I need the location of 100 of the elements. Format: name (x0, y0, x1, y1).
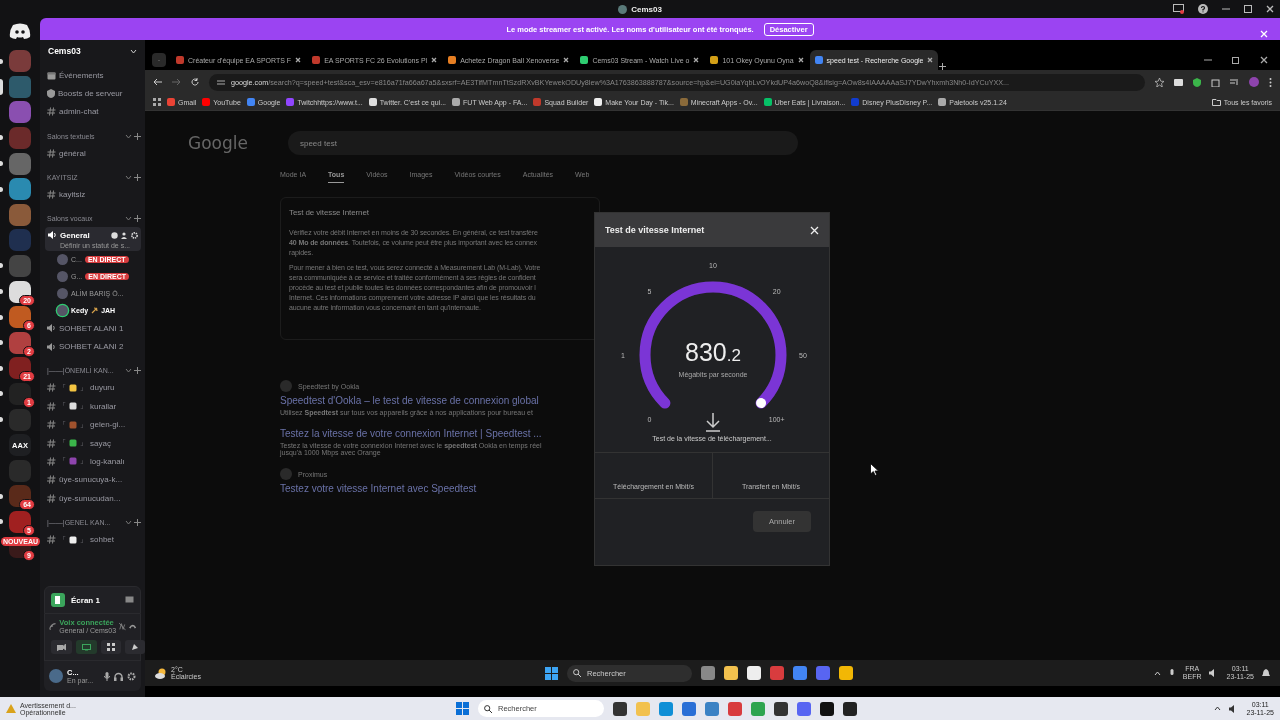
notification-icon[interactable] (1262, 668, 1270, 678)
settings-icon[interactable] (127, 671, 136, 681)
signal-icon (49, 621, 57, 631)
warning-icon (6, 704, 16, 713)
puzzle-icon[interactable] (1211, 77, 1220, 87)
result-link[interactable]: Testez la vitesse de votre connexion Internet | Speedtest ... (280, 428, 542, 439)
screen-share-icon (82, 643, 91, 651)
profile-icon[interactable] (1249, 77, 1259, 87)
shield-icon[interactable] (1193, 77, 1201, 87)
page-icon (69, 402, 77, 411)
settings-icon (131, 231, 138, 239)
hash-icon (47, 535, 56, 545)
apps-icon[interactable] (153, 98, 161, 106)
close-icon[interactable] (1260, 56, 1268, 64)
cursor-icon (870, 463, 879, 476)
site-icon (280, 380, 292, 392)
grid-icon (107, 643, 115, 651)
text-channel[interactable]: général (45, 144, 141, 163)
headphones-icon[interactable] (114, 671, 123, 681)
pickaxe-icon (91, 306, 99, 314)
extension-icon[interactable] (1174, 78, 1183, 86)
noise-off-icon[interactable] (119, 621, 126, 631)
text-channel[interactable]: admin-chat (45, 102, 141, 122)
card-title: Test de vitesse Internet (289, 208, 369, 217)
discord-logo-icon[interactable] (9, 23, 31, 39)
voice-channel[interactable]: SOHBET ALANI 1 (45, 318, 141, 338)
result-link[interactable]: Testez votre vitesse Internet avec Speedtest (280, 483, 477, 494)
speaker-icon (47, 324, 56, 333)
camera-off-button[interactable] (51, 640, 72, 654)
plus-icon[interactable] (134, 367, 141, 375)
close-icon[interactable] (797, 57, 804, 63)
screen-share-button[interactable] (76, 640, 97, 654)
app-icon[interactable] (820, 701, 834, 716)
restore-icon[interactable] (1232, 56, 1240, 64)
microphone-icon[interactable] (104, 671, 110, 681)
hang-up-icon[interactable] (128, 623, 136, 629)
shield-icon (47, 89, 55, 99)
speaker-icon (48, 231, 57, 240)
back-icon[interactable] (153, 78, 162, 86)
google-logo[interactable]: Google (188, 133, 248, 153)
site-settings-icon (217, 78, 225, 86)
app-icon[interactable] (843, 701, 857, 716)
reload-icon[interactable] (191, 78, 199, 86)
chevron-down-icon[interactable] (130, 48, 137, 54)
close-icon[interactable] (431, 57, 438, 63)
close-icon[interactable] (1266, 5, 1274, 13)
text-channel[interactable]: üye-sunucuya-k... (45, 470, 141, 490)
forward-icon[interactable] (172, 78, 181, 86)
app-icon[interactable] (613, 701, 627, 716)
plus-icon[interactable] (134, 518, 141, 526)
plus-icon[interactable] (134, 132, 141, 140)
hash-icon (47, 420, 56, 430)
site-icon (280, 468, 292, 480)
more-icon[interactable] (1269, 77, 1272, 87)
camera-off-icon (57, 643, 66, 651)
server-icon (618, 4, 628, 14)
screen-share-title: Écran 1 (71, 595, 101, 605)
hash-icon (47, 457, 56, 466)
speech-bubble-icon (69, 535, 77, 544)
screen-icon (51, 593, 65, 607)
close-icon[interactable] (693, 57, 700, 63)
text-channel[interactable]: üye-sunucudan... (45, 489, 141, 508)
minimize-icon[interactable] (1222, 5, 1230, 13)
app-icon[interactable] (774, 701, 788, 716)
bell-icon (69, 383, 77, 392)
help-icon[interactable] (1198, 4, 1208, 14)
close-icon[interactable] (927, 57, 934, 63)
windows-logo-icon[interactable] (456, 702, 469, 715)
hash-icon (47, 401, 56, 411)
download-icon (705, 412, 721, 432)
avatar[interactable] (49, 669, 63, 683)
window-title: Cems03 (631, 4, 662, 14)
minimize-icon[interactable] (1204, 56, 1212, 64)
hash-icon (47, 148, 56, 158)
chevron-up-icon[interactable] (1214, 706, 1222, 711)
screen-share-icon[interactable] (1173, 4, 1184, 14)
plus-icon[interactable] (939, 63, 947, 70)
windows-logo-icon[interactable] (545, 666, 558, 680)
close-icon[interactable] (295, 57, 302, 63)
voice-channel[interactable]: SOHBET ALANI 2 (45, 337, 141, 356)
microphone-icon[interactable] (1168, 668, 1175, 678)
media-icon[interactable] (1230, 78, 1239, 86)
door-icon (69, 420, 77, 429)
hash-icon (47, 493, 56, 503)
activities-button[interactable] (101, 640, 121, 654)
weather-icon[interactable] (155, 667, 167, 679)
star-icon[interactable] (1155, 77, 1164, 87)
server-name[interactable]: Cems03 (48, 46, 81, 56)
plus-icon[interactable] (134, 174, 141, 182)
text-channel[interactable]: kayitsiz (45, 185, 141, 204)
hash-icon (47, 107, 56, 117)
popout-icon[interactable] (125, 596, 134, 604)
events-item[interactable]: Événements (45, 66, 141, 85)
result-link[interactable]: Speedtest d'Ookla – le test de vitesse de connexion global (280, 395, 539, 406)
maximize-icon[interactable] (1244, 5, 1252, 13)
search-field[interactable]: speed test (287, 131, 798, 155)
calendar-icon (47, 70, 56, 80)
close-icon[interactable] (563, 57, 570, 63)
boosts-item[interactable]: Boosts de serveur (45, 84, 141, 103)
plus-icon[interactable] (134, 215, 141, 223)
